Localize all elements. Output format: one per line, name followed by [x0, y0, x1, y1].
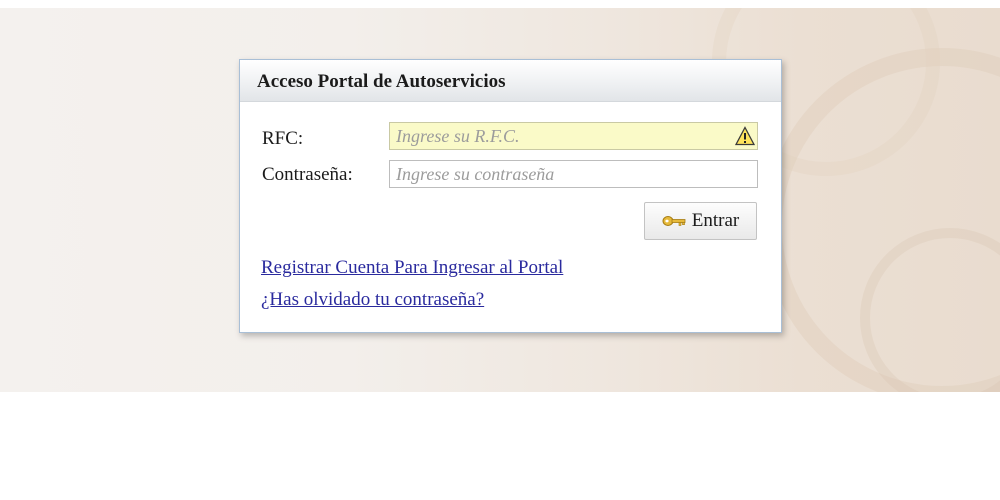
rfc-input[interactable]: [389, 122, 758, 150]
key-icon: [662, 216, 686, 226]
forgot-password-link[interactable]: ¿Has olvidado tu contraseña?: [261, 289, 484, 311]
rfc-label: RFC:: [262, 128, 304, 149]
register-account-link[interactable]: Registrar Cuenta Para Ingresar al Portal: [261, 257, 563, 279]
entrar-button[interactable]: Entrar: [644, 202, 757, 240]
warning-icon: [735, 126, 755, 146]
entrar-button-label: Entrar: [691, 210, 740, 231]
login-panel: Acceso Portal de Autoservicios RFC: Cont…: [239, 59, 782, 333]
background-banner: Acceso Portal de Autoservicios RFC: Cont…: [0, 8, 1000, 392]
login-panel-title: Acceso Portal de Autoservicios: [240, 60, 781, 102]
password-input[interactable]: [389, 160, 758, 188]
password-label: Contraseña:: [262, 164, 353, 185]
